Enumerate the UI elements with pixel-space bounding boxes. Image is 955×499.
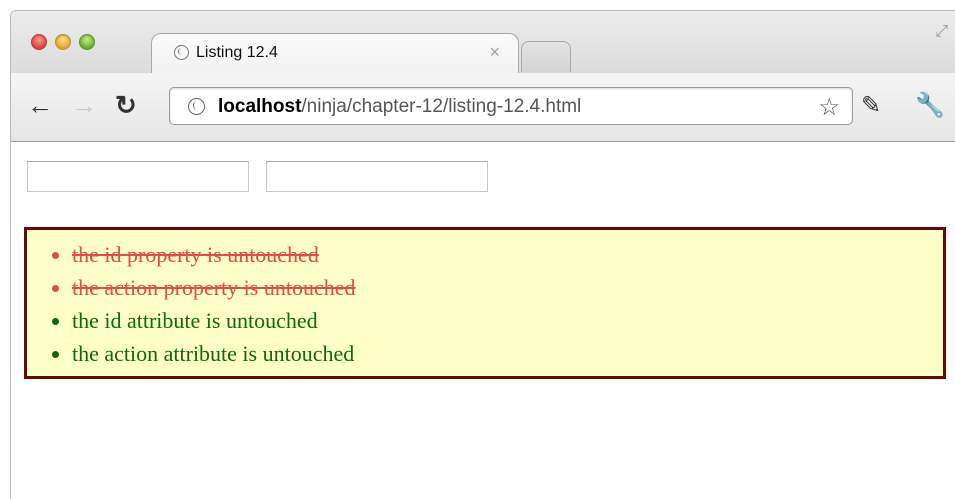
- result-item: the id attribute is untouched: [72, 304, 943, 337]
- url-path: /ninja/chapter-12/listing-12.4.html: [301, 96, 582, 117]
- back-button[interactable]: ←: [27, 91, 53, 119]
- result-item: the action attribute is untouched: [72, 337, 943, 370]
- url-host: localhost: [218, 96, 302, 117]
- address-bar[interactable]: localhost/ninja/chapter-12/listing-12.4.…: [169, 87, 853, 125]
- result-item: the action property is untouched: [72, 271, 943, 304]
- url-text: localhost/ninja/chapter-12/listing-12.4.…: [218, 96, 581, 118]
- globe-icon: [188, 98, 205, 115]
- toolbar: ← → ↻ localhost/ninja/chapter-12/listing…: [11, 73, 955, 142]
- forward-button[interactable]: →: [71, 91, 97, 119]
- bookmark-star-icon[interactable]: ☆: [818, 93, 840, 122]
- title-bar: Listing 12.4 × ⤢: [11, 11, 955, 74]
- close-window-button[interactable]: [31, 34, 47, 50]
- browser-window: Listing 12.4 × ⤢ ← → ↻ localhost/ninja/c…: [10, 10, 955, 499]
- close-icon[interactable]: ×: [489, 42, 500, 63]
- new-tab-button[interactable]: [521, 41, 571, 72]
- extension-icon[interactable]: ✎: [861, 91, 881, 120]
- reload-button[interactable]: ↻: [115, 91, 137, 119]
- test-results-box: the id property is untouched the action …: [24, 227, 946, 379]
- globe-icon: [174, 45, 189, 60]
- text-input-1[interactable]: [27, 161, 249, 192]
- wrench-icon[interactable]: 🔧: [915, 91, 945, 120]
- zoom-window-button[interactable]: [79, 34, 95, 50]
- page-content: the id property is untouched the action …: [11, 142, 955, 499]
- minimize-window-button[interactable]: [55, 34, 71, 50]
- result-item: the id property is untouched: [72, 238, 943, 271]
- tab-title: Listing 12.4: [196, 44, 278, 61]
- tab-listing[interactable]: Listing 12.4 ×: [151, 33, 519, 74]
- test-results-list: the id property is untouched the action …: [27, 230, 943, 370]
- text-input-2[interactable]: [266, 161, 488, 192]
- fullscreen-icon[interactable]: ⤢: [935, 23, 948, 41]
